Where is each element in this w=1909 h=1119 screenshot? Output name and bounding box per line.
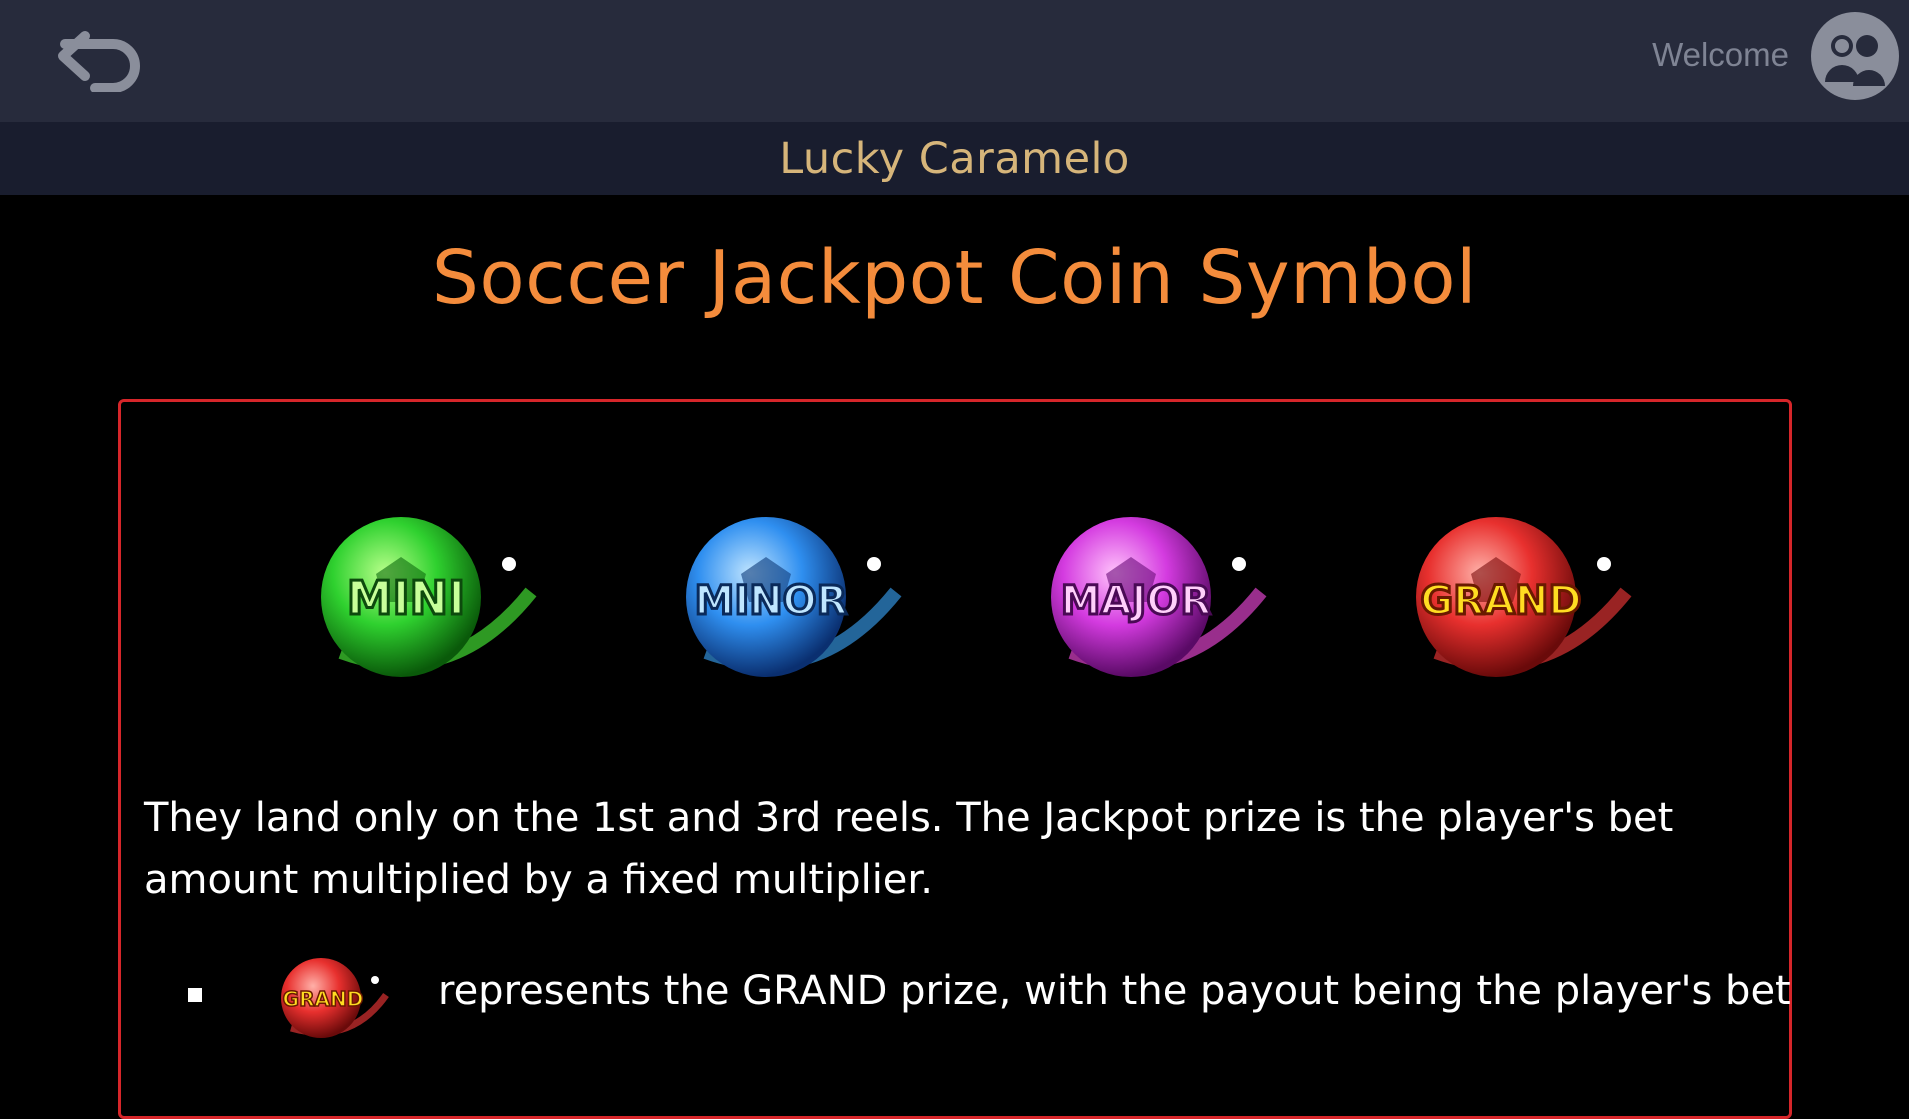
game-title-bar: Lucky Caramelo — [0, 122, 1909, 195]
svg-text:MINOR: MINOR — [695, 578, 848, 624]
page-title: Soccer Jackpot Coin Symbol — [431, 235, 1478, 321]
description-text: They land only on the 1st and 3rd reels.… — [144, 795, 1674, 903]
user-avatar-icon[interactable] — [1809, 10, 1901, 102]
game-title: Lucky Caramelo — [779, 133, 1130, 184]
mini-coin-icon: MINI — [281, 502, 541, 692]
svg-text:GRAND: GRAND — [1420, 578, 1581, 624]
grand-coin-icon: GRAND — [1376, 502, 1636, 692]
top-bar: Welcome — [0, 0, 1909, 122]
back-button[interactable] — [50, 20, 150, 100]
svg-text:MINI: MINI — [347, 571, 466, 625]
svg-text:MAJOR: MAJOR — [1061, 578, 1211, 624]
bullet-marker — [188, 988, 202, 1002]
list-item: GRAND represents the GRAND prize, with t… — [121, 942, 1791, 1045]
svg-text:GRAND: GRAND — [283, 987, 364, 1011]
back-arrow-icon[interactable] — [55, 28, 145, 92]
minor-coin-icon: MINOR — [646, 502, 906, 692]
jackpot-coins-row: MINI MINOR MAJOR GRAND — [121, 402, 1789, 722]
welcome-text: Welcome — [1652, 36, 1789, 73]
content-panel: MINI MINOR MAJOR GRAND They land only on… — [118, 399, 1792, 1119]
bullet-text: represents the GRAND prize, with the pay… — [438, 968, 1791, 1014]
grand-coin-icon: GRAND — [261, 950, 391, 1045]
major-coin-icon: MAJOR — [1011, 502, 1271, 692]
